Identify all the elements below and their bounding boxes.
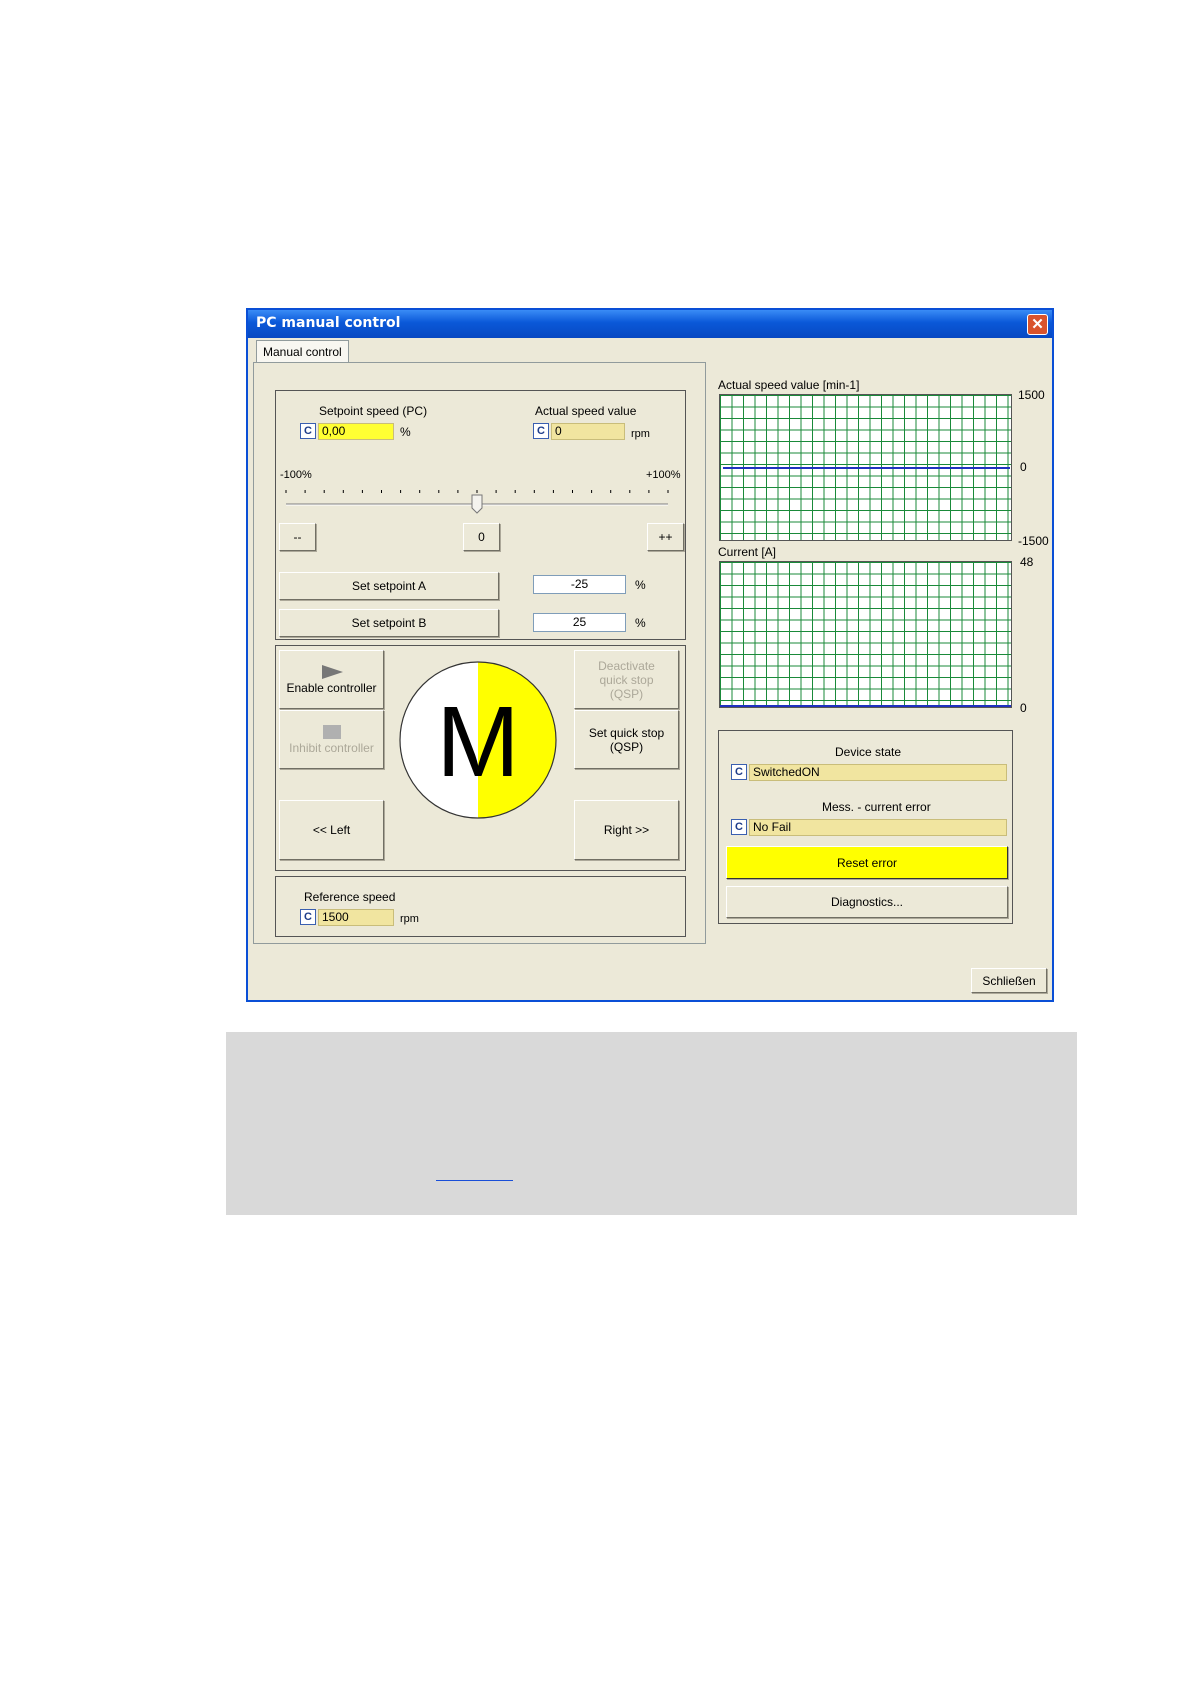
- stop-icon: [322, 725, 341, 739]
- actual-speed-field: 0: [551, 423, 625, 440]
- motor-status-indicator: M: [399, 661, 557, 819]
- diagnostics-button[interactable]: Diagnostics...: [726, 886, 1008, 918]
- current-chart-title: Current [A]: [718, 545, 777, 559]
- close-icon[interactable]: ✕: [1027, 314, 1048, 335]
- motor-letter: M: [436, 686, 519, 798]
- right-button[interactable]: Right >>: [574, 800, 679, 860]
- window-title: PC manual control: [256, 315, 401, 331]
- deactivate-quick-stop-button[interactable]: Deactivate quick stop (QSP): [574, 650, 679, 709]
- current-series-line: [720, 705, 1011, 707]
- zero-button[interactable]: 0: [463, 523, 500, 551]
- speed-chart-zero: 0: [1020, 460, 1027, 474]
- current-error-field: No Fail: [749, 819, 1007, 836]
- inhibit-controller-button[interactable]: Inhibit controller: [279, 710, 384, 769]
- note-box: [226, 1032, 1077, 1215]
- current-error-c-button[interactable]: C: [731, 819, 747, 835]
- set-quick-stop-button[interactable]: Set quick stop (QSP): [574, 710, 679, 769]
- setpoint-a-field[interactable]: -25: [533, 575, 626, 594]
- reset-error-button[interactable]: Reset error: [726, 846, 1008, 879]
- current-chart-max: 48: [1020, 555, 1034, 569]
- set-setpoint-a-button[interactable]: Set setpoint A: [279, 572, 499, 600]
- device-state-c-button[interactable]: C: [731, 764, 747, 780]
- setpoint-c-button[interactable]: C: [300, 423, 316, 439]
- device-state-field: SwitchedON: [749, 764, 1007, 781]
- inhibit-controller-label: Inhibit controller: [289, 741, 374, 755]
- left-button[interactable]: << Left: [279, 800, 384, 860]
- close-button[interactable]: Schließen: [971, 968, 1047, 993]
- slider-thumb[interactable]: [471, 494, 483, 514]
- setpoint-speed-field[interactable]: 0,00: [318, 423, 394, 440]
- set-setpoint-b-button[interactable]: Set setpoint B: [279, 609, 499, 637]
- tab-manual-control[interactable]: Manual control: [256, 340, 349, 364]
- pc-manual-control-window: PC manual control ✕ Manual control Setpo…: [246, 308, 1054, 1002]
- speed-chart-title: Actual speed value [min-1]: [718, 378, 860, 392]
- speed-slider[interactable]: [282, 480, 672, 514]
- reference-speed-label: Reference speed: [304, 890, 396, 904]
- reference-speed-c-button[interactable]: C: [300, 909, 316, 925]
- current-chart: [719, 561, 1012, 708]
- enable-controller-label: Enable controller: [286, 681, 377, 695]
- speed-chart-max: 1500: [1018, 388, 1045, 402]
- speed-chart-min: -1500: [1018, 534, 1049, 548]
- play-icon: [321, 665, 343, 679]
- note-link[interactable]: [436, 1179, 513, 1181]
- setpoint-unit: %: [400, 425, 411, 439]
- current-chart-min: 0: [1020, 701, 1027, 715]
- setpoint-a-unit: %: [635, 578, 646, 592]
- enable-controller-button[interactable]: Enable controller: [279, 650, 384, 709]
- increase-button[interactable]: ++: [647, 523, 684, 551]
- actual-speed-unit: rpm: [631, 428, 650, 440]
- speed-chart: [719, 394, 1012, 541]
- speed-series-line: [723, 466, 1010, 469]
- actual-speed-c-button[interactable]: C: [533, 423, 549, 439]
- title-bar[interactable]: PC manual control ✕: [248, 310, 1052, 338]
- reference-speed-group: [275, 876, 686, 937]
- setpoint-b-field[interactable]: 25: [533, 613, 626, 632]
- reference-speed-unit: rpm: [400, 913, 419, 925]
- current-error-label: Mess. - current error: [822, 800, 931, 814]
- actual-speed-label: Actual speed value: [535, 404, 637, 418]
- device-state-label: Device state: [835, 745, 902, 759]
- reference-speed-field[interactable]: 1500: [318, 909, 394, 926]
- decrease-button[interactable]: --: [279, 523, 316, 551]
- setpoint-speed-label: Setpoint speed (PC): [319, 404, 428, 418]
- setpoint-b-unit: %: [635, 616, 646, 630]
